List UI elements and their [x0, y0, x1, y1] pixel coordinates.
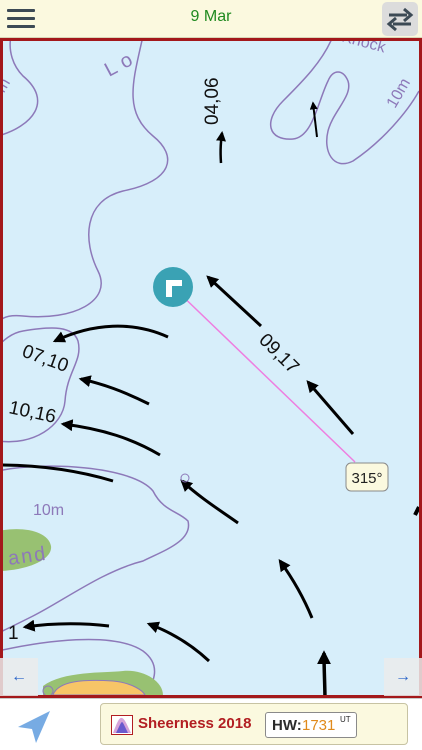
hw-unit: UT — [340, 715, 351, 724]
bottom-bar: Sheerness 2018 HW: 1731 UT — [0, 698, 422, 750]
port-name: Sheerness 2018 — [138, 715, 252, 732]
swap-button[interactable] — [382, 2, 418, 36]
place-label: Knock — [340, 41, 388, 57]
location-button[interactable] — [14, 707, 54, 745]
tide-chart-icon — [111, 715, 133, 735]
place-label: Lo — [101, 46, 142, 82]
tidal-rate-label: 1 — [8, 623, 19, 644]
location-arrow-icon — [18, 711, 50, 743]
bearing-badge: 315° — [345, 462, 389, 492]
next-arrow-button[interactable]: → — [384, 658, 422, 696]
tide-info-panel[interactable]: Sheerness 2018 HW: 1731 UT — [100, 703, 408, 745]
bearing-label: 315° — [351, 470, 382, 487]
tidal-rate-label: 07,10 — [19, 341, 71, 377]
depth-label: 10m — [33, 502, 64, 519]
high-water-box: HW: 1731 UT — [265, 712, 357, 738]
place-label: and — [7, 543, 49, 570]
tidal-rate-label: 09,17 — [254, 330, 302, 378]
hw-label: HW: — [272, 717, 302, 734]
swap-arrows-icon — [386, 7, 414, 32]
top-bar: 9 Mar — [0, 0, 422, 38]
chart-canvas[interactable]: 04,06 09,17 07,10 10,16 1 10m 10m 10m Lo… — [3, 41, 419, 695]
tidal-rate-label: 04,06 — [202, 77, 223, 125]
date-label[interactable]: 9 Mar — [0, 8, 422, 26]
tidal-rate-label: 10,16 — [7, 397, 58, 427]
waypoint-marker[interactable] — [153, 267, 193, 307]
hw-time: 1731 — [302, 717, 336, 734]
previous-arrow-button[interactable]: ← — [0, 658, 38, 696]
depth-label: 10m — [3, 76, 14, 111]
chart-map[interactable]: 04,06 09,17 07,10 10,16 1 10m 10m 10m Lo… — [0, 38, 422, 698]
